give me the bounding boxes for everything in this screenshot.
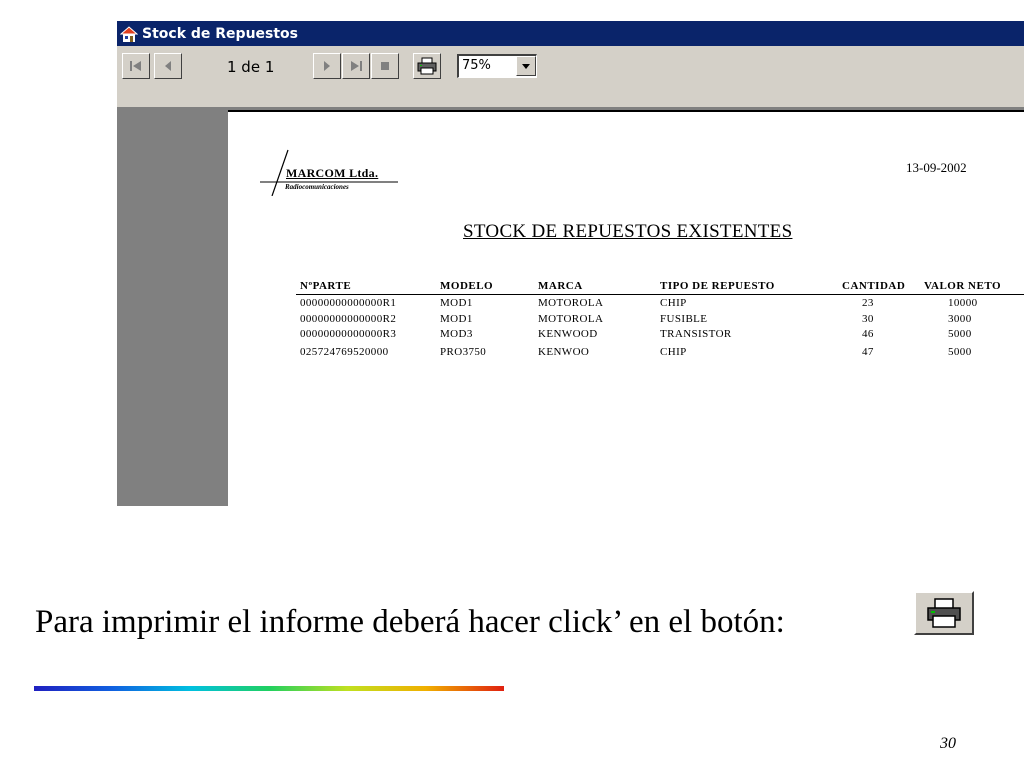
table-cell: 025724769520000 bbox=[300, 346, 389, 358]
report-preview-window: Stock de Repuestos 1 de 1 75% MARCOM Ltd… bbox=[117, 21, 1024, 506]
table-cell: 10000 bbox=[948, 297, 978, 309]
column-header: MARCA bbox=[538, 280, 583, 292]
zoom-value: 75% bbox=[462, 58, 491, 73]
print-button[interactable] bbox=[413, 53, 441, 79]
table-cell: TRANSISTOR bbox=[660, 328, 732, 340]
chevron-down-icon bbox=[522, 63, 530, 69]
report-date: 13-09-2002 bbox=[906, 160, 967, 175]
table-cell: 30 bbox=[862, 313, 874, 325]
last-page-button[interactable] bbox=[342, 53, 370, 79]
table-cell: FUSIBLE bbox=[660, 313, 708, 325]
stop-button[interactable] bbox=[371, 53, 399, 79]
printer-icon bbox=[927, 598, 961, 628]
print-button-illustration bbox=[914, 591, 974, 635]
toolbar: 1 de 1 75% bbox=[117, 46, 1024, 109]
report-title: STOCK DE REPUESTOS EXISTENTES bbox=[463, 221, 793, 242]
table-cell: 23 bbox=[862, 297, 874, 309]
decorative-gradient-bar bbox=[34, 686, 504, 691]
last-page-icon bbox=[351, 61, 362, 71]
table-row: 025724769520000 PRO3750 KENWOO CHIP 47 5… bbox=[228, 346, 1024, 362]
logo-subtitle: Radiocomunicaciones bbox=[285, 183, 349, 191]
table-cell: 3000 bbox=[948, 313, 972, 325]
table-cell: 5000 bbox=[948, 346, 972, 358]
first-page-button[interactable] bbox=[122, 53, 150, 79]
table-cell: 00000000000000R3 bbox=[300, 328, 397, 340]
table-cell: MOD1 bbox=[440, 313, 473, 325]
first-page-icon bbox=[130, 61, 141, 71]
next-page-button[interactable] bbox=[313, 53, 341, 79]
table-row: 00000000000000R3 MOD3 KENWOOD TRANSISTOR… bbox=[228, 328, 1024, 344]
table-cell: 47 bbox=[862, 346, 874, 358]
window-title: Stock de Repuestos bbox=[142, 25, 299, 42]
logo-name: MARCOM Ltda. bbox=[286, 166, 379, 180]
zoom-select[interactable]: 75% bbox=[457, 54, 537, 78]
table-cell: CHIP bbox=[660, 346, 687, 358]
table-cell: MOTOROLA bbox=[538, 313, 604, 325]
table-cell: KENWOOD bbox=[538, 328, 598, 340]
printer-icon bbox=[417, 57, 437, 75]
company-logo: MARCOM Ltda. Radiocomunicaciones bbox=[258, 148, 398, 196]
slide-number: 30 bbox=[940, 735, 956, 752]
window-titlebar[interactable]: Stock de Repuestos bbox=[117, 21, 1024, 46]
previous-page-icon bbox=[165, 61, 171, 71]
table-cell: MOD1 bbox=[440, 297, 473, 309]
table-cell: 00000000000000R1 bbox=[300, 297, 397, 309]
zoom-dropdown-button[interactable] bbox=[516, 56, 536, 76]
column-header: VALOR NETO bbox=[924, 280, 1002, 292]
column-header: CANTIDAD bbox=[842, 280, 906, 292]
app-icon bbox=[119, 25, 139, 43]
table-cell: MOD3 bbox=[440, 328, 473, 340]
table-cell: MOTOROLA bbox=[538, 297, 604, 309]
column-header: MODELO bbox=[440, 280, 494, 292]
stop-icon bbox=[381, 62, 389, 70]
table-cell: 46 bbox=[862, 328, 874, 340]
table-row: 00000000000000R2 MOD1 MOTOROLA FUSIBLE 3… bbox=[228, 313, 1024, 329]
previous-page-button[interactable] bbox=[154, 53, 182, 79]
table-cell: KENWOO bbox=[538, 346, 590, 358]
table-cell: CHIP bbox=[660, 297, 687, 309]
page-indicator: 1 de 1 bbox=[227, 58, 275, 76]
instruction-caption: Para imprimir el informe deberá hacer cl… bbox=[35, 604, 785, 640]
column-header: TIPO DE REPUESTO bbox=[660, 280, 775, 292]
table-cell: PRO3750 bbox=[440, 346, 487, 358]
header-rule bbox=[296, 294, 1024, 295]
table-row: 00000000000000R1 MOD1 MOTOROLA CHIP 23 1… bbox=[228, 297, 1024, 313]
next-page-icon bbox=[324, 61, 330, 71]
table-cell: 5000 bbox=[948, 328, 972, 340]
column-header: NºPARTE bbox=[300, 280, 352, 292]
report-page: MARCOM Ltda. Radiocomunicaciones 13-09-2… bbox=[228, 110, 1024, 506]
table-cell: 00000000000000R2 bbox=[300, 313, 397, 325]
